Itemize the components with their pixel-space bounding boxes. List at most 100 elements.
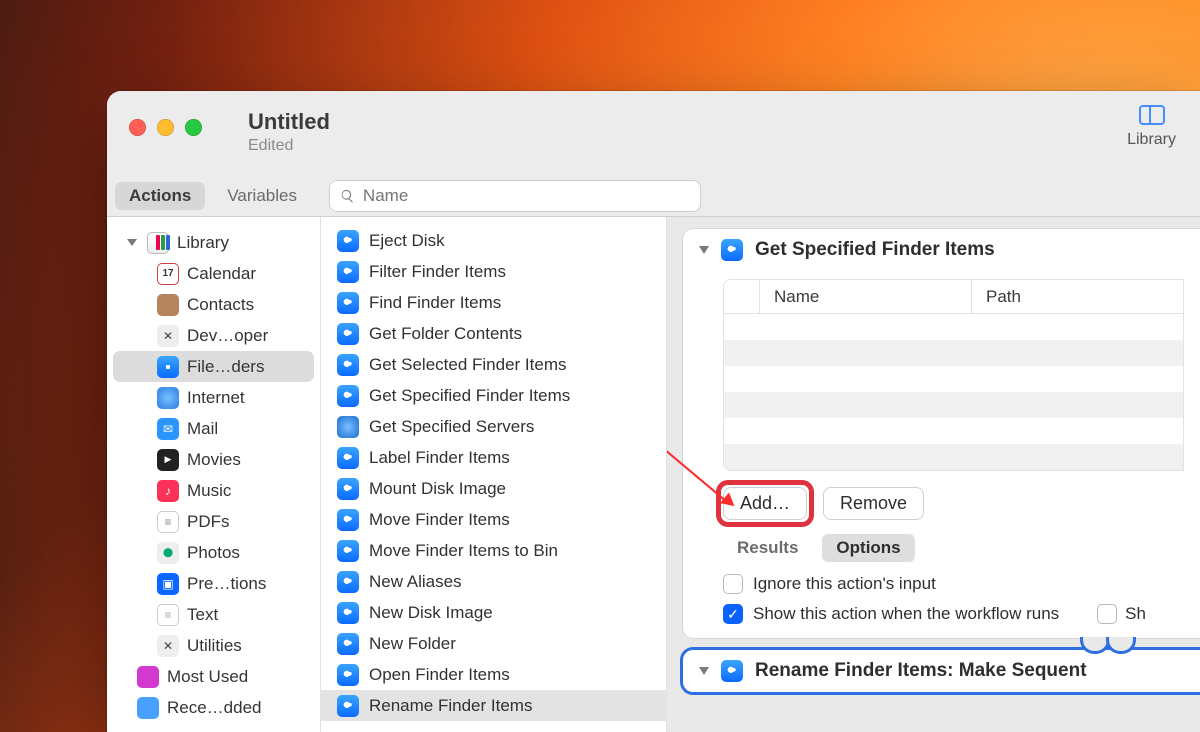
finder-icon [721,660,743,682]
close-window-button[interactable] [129,119,146,136]
segment-variables[interactable]: Variables [213,182,311,210]
segment-actions[interactable]: Actions [115,182,205,210]
action-label: Get Specified Finder Items [369,386,570,406]
column-name[interactable]: Name [760,280,972,313]
action-label: Move Finder Items [369,510,510,530]
sidebar-root-label: Library [177,233,229,253]
action-move-finder-items-to-bin[interactable]: Move Finder Items to Bin [321,535,666,566]
action-eject-disk[interactable]: Eject Disk [321,225,666,256]
sidebar-item-label: Contacts [187,295,254,315]
action-move-finder-items[interactable]: Move Finder Items [321,504,666,535]
zoom-window-button[interactable] [185,119,202,136]
action-label: Find Finder Items [369,293,501,313]
action-label: Label Finder Items [369,448,510,468]
sidebar-item-text[interactable]: Text [113,599,314,630]
sidebar-item-movies[interactable]: Movies [113,444,314,475]
mus-icon [157,480,179,502]
action-filter-finder-items[interactable]: Filter Finder Items [321,256,666,287]
column-path[interactable]: Path [972,280,1183,313]
column-blank [724,280,760,313]
sidebar-item-label: Dev…oper [187,326,268,346]
action-label: Rename Finder Items [369,696,532,716]
action-label: Open Finder Items [369,665,510,685]
workflow-action-get-specified-finder-items[interactable]: Get Specified Finder Items Name Path Add… [683,229,1200,638]
sidebar-item-file-ders[interactable]: File…ders [113,351,314,382]
action-get-specified-finder-items[interactable]: Get Specified Finder Items [321,380,666,411]
option-show-when-run[interactable]: ✓ Show this action when the workflow run… [723,604,1200,624]
cal-icon [157,263,179,285]
sidebar-item-label: Photos [187,543,240,563]
action-rename-finder-items[interactable]: Rename Finder Items [321,690,666,721]
remove-button[interactable]: Remove [823,487,924,520]
sidebar-item-mail[interactable]: Mail [113,413,314,444]
sidebar-item-utilities[interactable]: Utilities [113,630,314,661]
finder-icon [337,695,359,717]
action-new-disk-image[interactable]: New Disk Image [321,597,666,628]
sidebar-item-photos[interactable]: Photos [113,537,314,568]
action-get-folder-contents[interactable]: Get Folder Contents [321,318,666,349]
workflow-action-rename-finder-items[interactable]: Rename Finder Items: Make Sequent [683,650,1200,692]
action-label-finder-items[interactable]: Label Finder Items [321,442,666,473]
minimize-window-button[interactable] [157,119,174,136]
actions-list: Eject Disk Filter Finder Items Find Finder… [321,217,667,732]
tab-results[interactable]: Results [723,534,812,562]
finder-icon [337,261,359,283]
chevron-down-icon[interactable] [699,667,709,675]
globe-icon [337,416,359,438]
finder-icon [337,447,359,469]
dev-icon [157,635,179,657]
action-title: Rename Finder Items: Make Sequent [755,660,1087,682]
action-get-selected-finder-items[interactable]: Get Selected Finder Items [321,349,666,380]
sidebar-item-dev-oper[interactable]: Dev…oper [113,320,314,351]
action-new-aliases[interactable]: New Aliases [321,566,666,597]
sidebar-item-most-used[interactable]: Most Used [113,661,314,692]
add-button[interactable]: Add… [723,487,807,520]
folder-icon [137,666,159,688]
sidebar-item-label: Text [187,605,218,625]
chevron-down-icon[interactable] [699,246,709,254]
finder-icon [337,323,359,345]
sidebar-item-label: File…ders [187,357,264,377]
search-icon [340,188,355,204]
finder-icon [337,230,359,252]
sidebar-item-label: Movies [187,450,241,470]
action-get-specified-servers[interactable]: Get Specified Servers [321,411,666,442]
sidebar-item-pdfs[interactable]: PDFs [113,506,314,537]
net-icon [157,387,179,409]
action-label: New Disk Image [369,603,493,623]
finder-icon [337,292,359,314]
sidebar-item-music[interactable]: Music [113,475,314,506]
option-label: Show this action when the workflow runs [753,604,1059,624]
action-new-folder[interactable]: New Folder [321,628,666,659]
sidebar-item-pre-tions[interactable]: Pre…tions [113,568,314,599]
action-label: Filter Finder Items [369,262,506,282]
finder-icon [337,633,359,655]
titlebar: Untitled Edited Library [107,91,1200,175]
library-toolbar-button[interactable]: Library [1127,105,1176,149]
option-label: Ignore this action's input [753,574,936,594]
finder-icon [337,354,359,376]
library-sidebar: Library Calendar Contacts Dev…oper File…der… [107,217,321,732]
action-mount-disk-image[interactable]: Mount Disk Image [321,473,666,504]
sidebar-item-rece-dded[interactable]: Rece…dded [113,692,314,723]
search-field[interactable] [329,180,701,212]
action-find-finder-items[interactable]: Find Finder Items [321,287,666,318]
tab-options[interactable]: Options [822,534,914,562]
txt-icon [157,604,179,626]
action-open-finder-items[interactable]: Open Finder Items [321,659,666,690]
sidebar-root-library[interactable]: Library [113,227,314,258]
window-title: Untitled [248,109,330,135]
search-input[interactable] [363,186,690,206]
option-ignore-input[interactable]: Ignore this action's input [723,574,1200,594]
sidebar-item-contacts[interactable]: Contacts [113,289,314,320]
sidebar-item-calendar[interactable]: Calendar [113,258,314,289]
finder-icon [721,239,743,261]
finder-icon [337,602,359,624]
window-subtitle: Edited [248,137,330,155]
action-label: Get Specified Servers [369,417,534,437]
con-icon [157,294,179,316]
workflow-canvas: Get Specified Finder Items Name Path Add… [667,217,1200,732]
sidebar-item-internet[interactable]: Internet [113,382,314,413]
chevron-down-icon [127,239,137,246]
checkbox-unchecked-icon [723,574,743,594]
